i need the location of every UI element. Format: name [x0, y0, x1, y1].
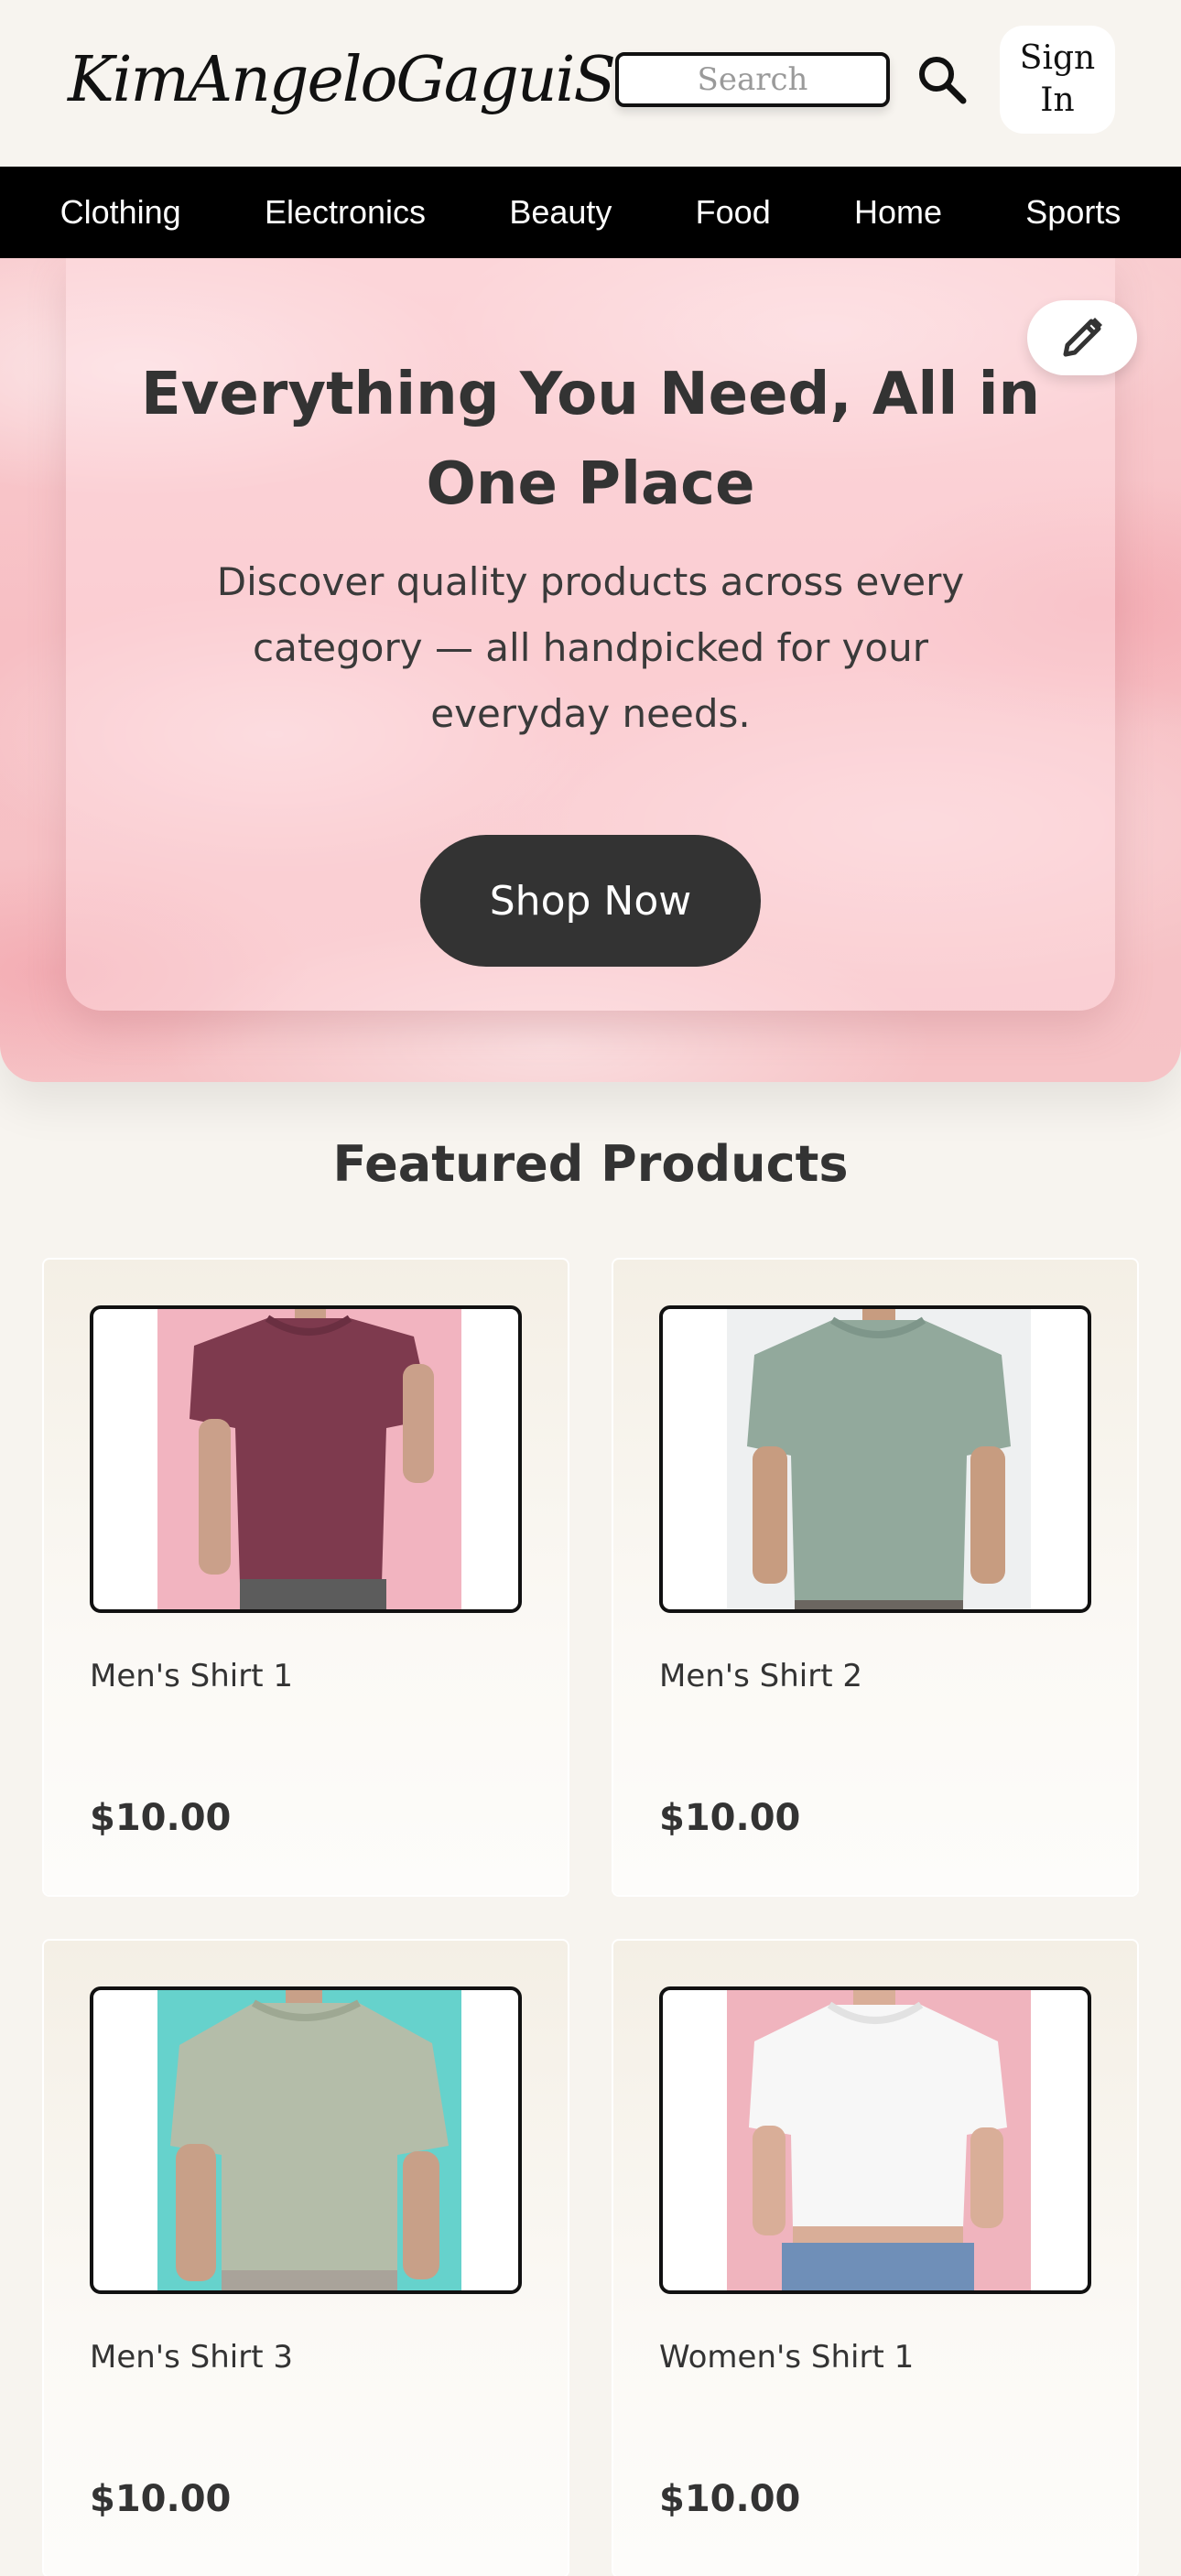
- product-card[interactable]: Women's Shirt 1 $10.00: [613, 1941, 1137, 2576]
- search-input[interactable]: [615, 52, 890, 107]
- product-photo: [727, 1990, 1031, 2290]
- nav-item-clothing[interactable]: Clothing: [60, 193, 181, 232]
- featured-products-title: Featured Products: [332, 1135, 849, 1193]
- product-image[interactable]: [90, 1986, 522, 2294]
- product-photo: [157, 1309, 461, 1609]
- product-image[interactable]: [659, 1986, 1091, 2294]
- sign-in-button[interactable]: Sign In: [1000, 26, 1115, 134]
- product-price: $10.00: [659, 2478, 801, 2520]
- nav-item-electronics[interactable]: Electronics: [265, 193, 426, 232]
- product-price: $10.00: [90, 2478, 232, 2520]
- site-header: KimAngeloGaguiStore Sign In: [0, 0, 1181, 167]
- product-price: $10.00: [90, 1797, 232, 1839]
- category-nav: Clothing Electronics Beauty Food Home Sp…: [0, 167, 1181, 258]
- product-name[interactable]: Men's Shirt 3: [90, 2334, 293, 2380]
- search-icon: [919, 57, 967, 104]
- shirt-illustration: [747, 1309, 1011, 1609]
- hero-title: Everything You Need, All in One Place: [140, 361, 1041, 518]
- product-name[interactable]: Women's Shirt 1: [659, 2334, 914, 2380]
- shirt-illustration: [190, 1309, 434, 1609]
- nav-item-sports[interactable]: Sports: [1025, 193, 1121, 232]
- product-photo: [157, 1990, 461, 2290]
- hero-banner: Everything You Need, All in One Place Di…: [0, 258, 1181, 1082]
- product-card[interactable]: Men's Shirt 2 $10.00: [613, 1260, 1137, 1895]
- nav-item-food[interactable]: Food: [696, 193, 771, 232]
- shop-now-button[interactable]: Shop Now: [420, 835, 761, 967]
- shirt-illustration: [170, 1990, 449, 2290]
- search-button[interactable]: [912, 49, 972, 110]
- shirt-illustration: [749, 1990, 1007, 2290]
- product-photo: [727, 1309, 1031, 1609]
- hero-subtitle: Discover quality products across every c…: [216, 559, 965, 736]
- product-image[interactable]: [659, 1305, 1091, 1613]
- product-price: $10.00: [659, 1797, 801, 1839]
- product-card[interactable]: Men's Shirt 1 $10.00: [44, 1260, 568, 1895]
- product-card[interactable]: Men's Shirt 3 $10.00: [44, 1941, 568, 2576]
- nav-item-home[interactable]: Home: [854, 193, 942, 232]
- nav-item-beauty[interactable]: Beauty: [509, 193, 612, 232]
- product-name[interactable]: Men's Shirt 1: [90, 1653, 293, 1699]
- product-name[interactable]: Men's Shirt 2: [659, 1653, 862, 1699]
- product-image[interactable]: [90, 1305, 522, 1613]
